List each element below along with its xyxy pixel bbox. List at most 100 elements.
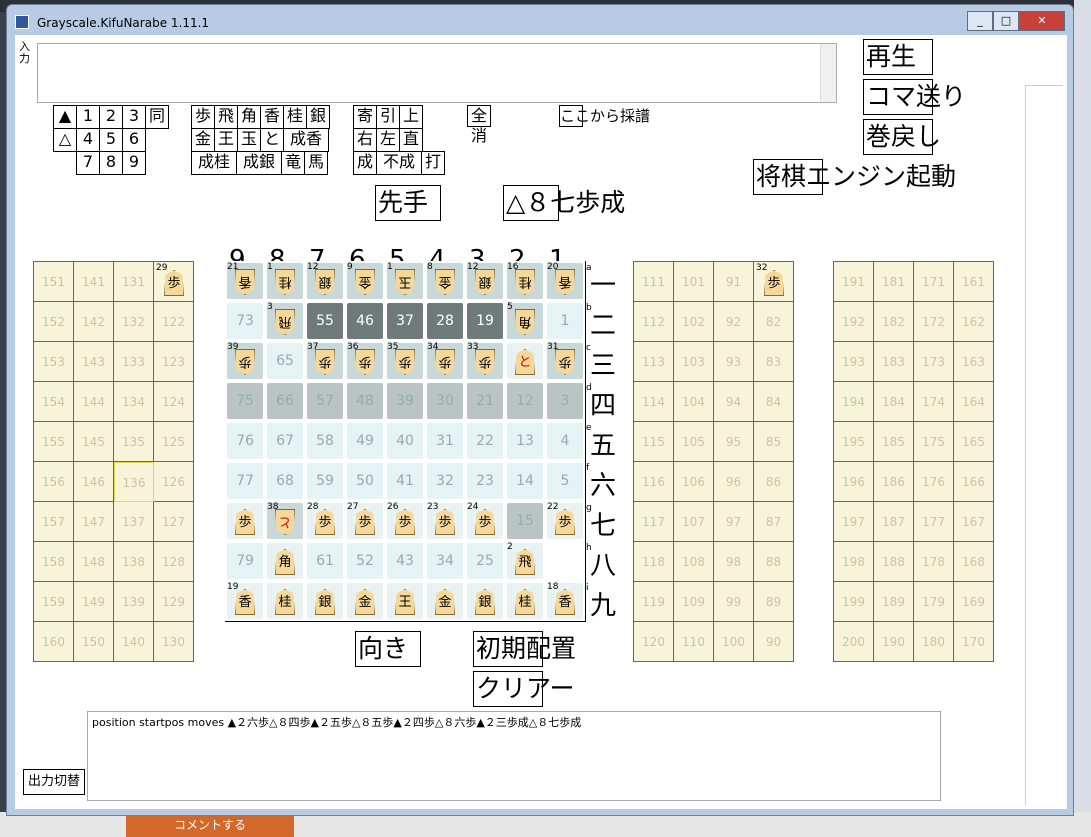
- turn-button[interactable]: 9: [122, 151, 146, 175]
- stand-cell[interactable]: 189: [874, 582, 914, 622]
- turn-button[interactable]: 4: [76, 128, 100, 152]
- board-square[interactable]: 桂: [265, 581, 305, 621]
- board-square[interactable]: 1: [545, 301, 585, 341]
- stand-cell[interactable]: 183: [874, 342, 914, 382]
- stand-cell[interactable]: 101: [674, 262, 714, 302]
- stand-cell[interactable]: 193: [834, 342, 874, 382]
- stand-cell[interactable]: 139: [114, 582, 154, 622]
- stand-cell[interactable]: 136: [114, 462, 154, 502]
- sente-piece[interactable]: 香: [235, 589, 255, 615]
- stand-cell[interactable]: 198: [834, 542, 874, 582]
- move-button[interactable]: 打: [421, 151, 445, 175]
- board-square[interactable]: 飛3: [265, 301, 305, 341]
- sente-piece[interactable]: 歩: [555, 509, 575, 535]
- stand-cell[interactable]: 143: [74, 342, 114, 382]
- stand-cell[interactable]: 148: [74, 542, 114, 582]
- board-square[interactable]: 王: [385, 581, 425, 621]
- board-square[interactable]: 61: [305, 541, 345, 581]
- stand-cell[interactable]: 200: [834, 622, 874, 662]
- board-square[interactable]: 歩: [225, 501, 265, 541]
- sente-piece[interactable]: 桂: [275, 589, 295, 615]
- stand-cell[interactable]: 165: [954, 422, 994, 462]
- stand-cell[interactable]: 180: [914, 622, 954, 662]
- turn-button[interactable]: 5: [99, 128, 123, 152]
- stand-cell[interactable]: 95: [714, 422, 754, 462]
- minimize-button[interactable]: _: [967, 11, 993, 31]
- board-square[interactable]: 67: [265, 421, 305, 461]
- piece-button[interactable]: 角: [237, 105, 261, 129]
- board-square[interactable]: 30: [425, 381, 465, 421]
- turn-button[interactable]: 3: [122, 105, 146, 129]
- stand-cell[interactable]: 184: [874, 382, 914, 422]
- board-square[interactable]: 歩 33: [465, 341, 505, 381]
- sente-piece[interactable]: 歩: [355, 509, 375, 535]
- move-button[interactable]: 直: [399, 128, 423, 152]
- clear-button[interactable]: クリアー: [473, 671, 575, 707]
- stand-cell[interactable]: 89: [754, 582, 794, 622]
- board-square[interactable]: 40: [385, 421, 425, 461]
- stand-cell[interactable]: 175: [914, 422, 954, 462]
- stand-cell[interactable]: 162: [954, 302, 994, 342]
- board-square[interactable]: 59: [305, 461, 345, 501]
- piece-button[interactable]: 成銀: [236, 151, 282, 175]
- board-square[interactable]: 金: [425, 581, 465, 621]
- stand-cell[interactable]: 109: [674, 582, 714, 622]
- board-square[interactable]: 金9: [345, 261, 385, 301]
- stand-cell[interactable]: 122: [154, 302, 194, 342]
- stand-cell[interactable]: 197: [834, 502, 874, 542]
- stand-cell[interactable]: 166: [954, 462, 994, 502]
- move-button[interactable]: 上: [399, 105, 423, 129]
- turn-button[interactable]: 6: [122, 128, 146, 152]
- stand-cell[interactable]: 163: [954, 342, 994, 382]
- stand-cell[interactable]: 115: [634, 422, 674, 462]
- piece-button[interactable]: 玉: [237, 128, 261, 152]
- stand-cell[interactable]: 83: [754, 342, 794, 382]
- stand-cell[interactable]: 99: [714, 582, 754, 622]
- board-square[interactable]: 歩 31: [545, 341, 585, 381]
- stand-cell[interactable]: 152: [34, 302, 74, 342]
- stand-cell[interactable]: 125: [154, 422, 194, 462]
- stand-cell[interactable]: 156: [34, 462, 74, 502]
- stand-cell[interactable]: 90: [754, 622, 794, 662]
- board-square[interactable]: 32: [425, 461, 465, 501]
- engine-start-button[interactable]: 将棋エンジン起動: [753, 159, 956, 195]
- stand-cell[interactable]: 93: [714, 342, 754, 382]
- stand-cell[interactable]: 116: [634, 462, 674, 502]
- board-square[interactable]: 歩 24: [465, 501, 505, 541]
- stand-cell[interactable]: 178: [914, 542, 954, 582]
- board-square[interactable]: 76: [225, 421, 265, 461]
- stand-cell[interactable]: 159: [34, 582, 74, 622]
- piece-button[interactable]: 竜: [281, 151, 305, 175]
- stand-cell[interactable]: 133: [114, 342, 154, 382]
- stand-cell[interactable]: 164: [954, 382, 994, 422]
- board-square[interactable]: 香 20: [545, 261, 585, 301]
- stand-cell[interactable]: 153: [34, 342, 74, 382]
- board-square[interactable]: 歩 39: [225, 341, 265, 381]
- stand-cell[interactable]: 185: [874, 422, 914, 462]
- maximize-button[interactable]: □: [993, 11, 1019, 31]
- board-square[interactable]: 歩 22: [545, 501, 585, 541]
- board-square[interactable]: 金8: [425, 261, 465, 301]
- stand-cell[interactable]: 134: [114, 382, 154, 422]
- stand-cell[interactable]: 169: [954, 582, 994, 622]
- board-square[interactable]: 桂 16: [505, 261, 545, 301]
- board-square[interactable]: 12: [505, 381, 545, 421]
- board-square[interactable]: 79: [225, 541, 265, 581]
- board-square[interactable]: 歩 37: [305, 341, 345, 381]
- board-square[interactable]: 歩 26: [385, 501, 425, 541]
- stand-cell[interactable]: 113: [634, 342, 674, 382]
- piece-button[interactable]: 成桂: [191, 151, 237, 175]
- board-square[interactable]: 3: [545, 381, 585, 421]
- sente-piece[interactable]: 金: [355, 589, 375, 615]
- initial-position-button[interactable]: 初期配置: [473, 631, 576, 667]
- stand-cell[interactable]: 147: [74, 502, 114, 542]
- stand-cell[interactable]: 190: [874, 622, 914, 662]
- stand-cell[interactable]: 118: [634, 542, 674, 582]
- piece-button[interactable]: と: [260, 128, 284, 152]
- stand-cell[interactable]: 145: [74, 422, 114, 462]
- sente-piece[interactable]: 飛: [515, 549, 535, 575]
- board-square[interactable]: 37: [385, 301, 425, 341]
- gote-piece[interactable]: と: [275, 509, 295, 535]
- move-button[interactable]: 不成: [376, 151, 422, 175]
- board-square[interactable]: 14: [505, 461, 545, 501]
